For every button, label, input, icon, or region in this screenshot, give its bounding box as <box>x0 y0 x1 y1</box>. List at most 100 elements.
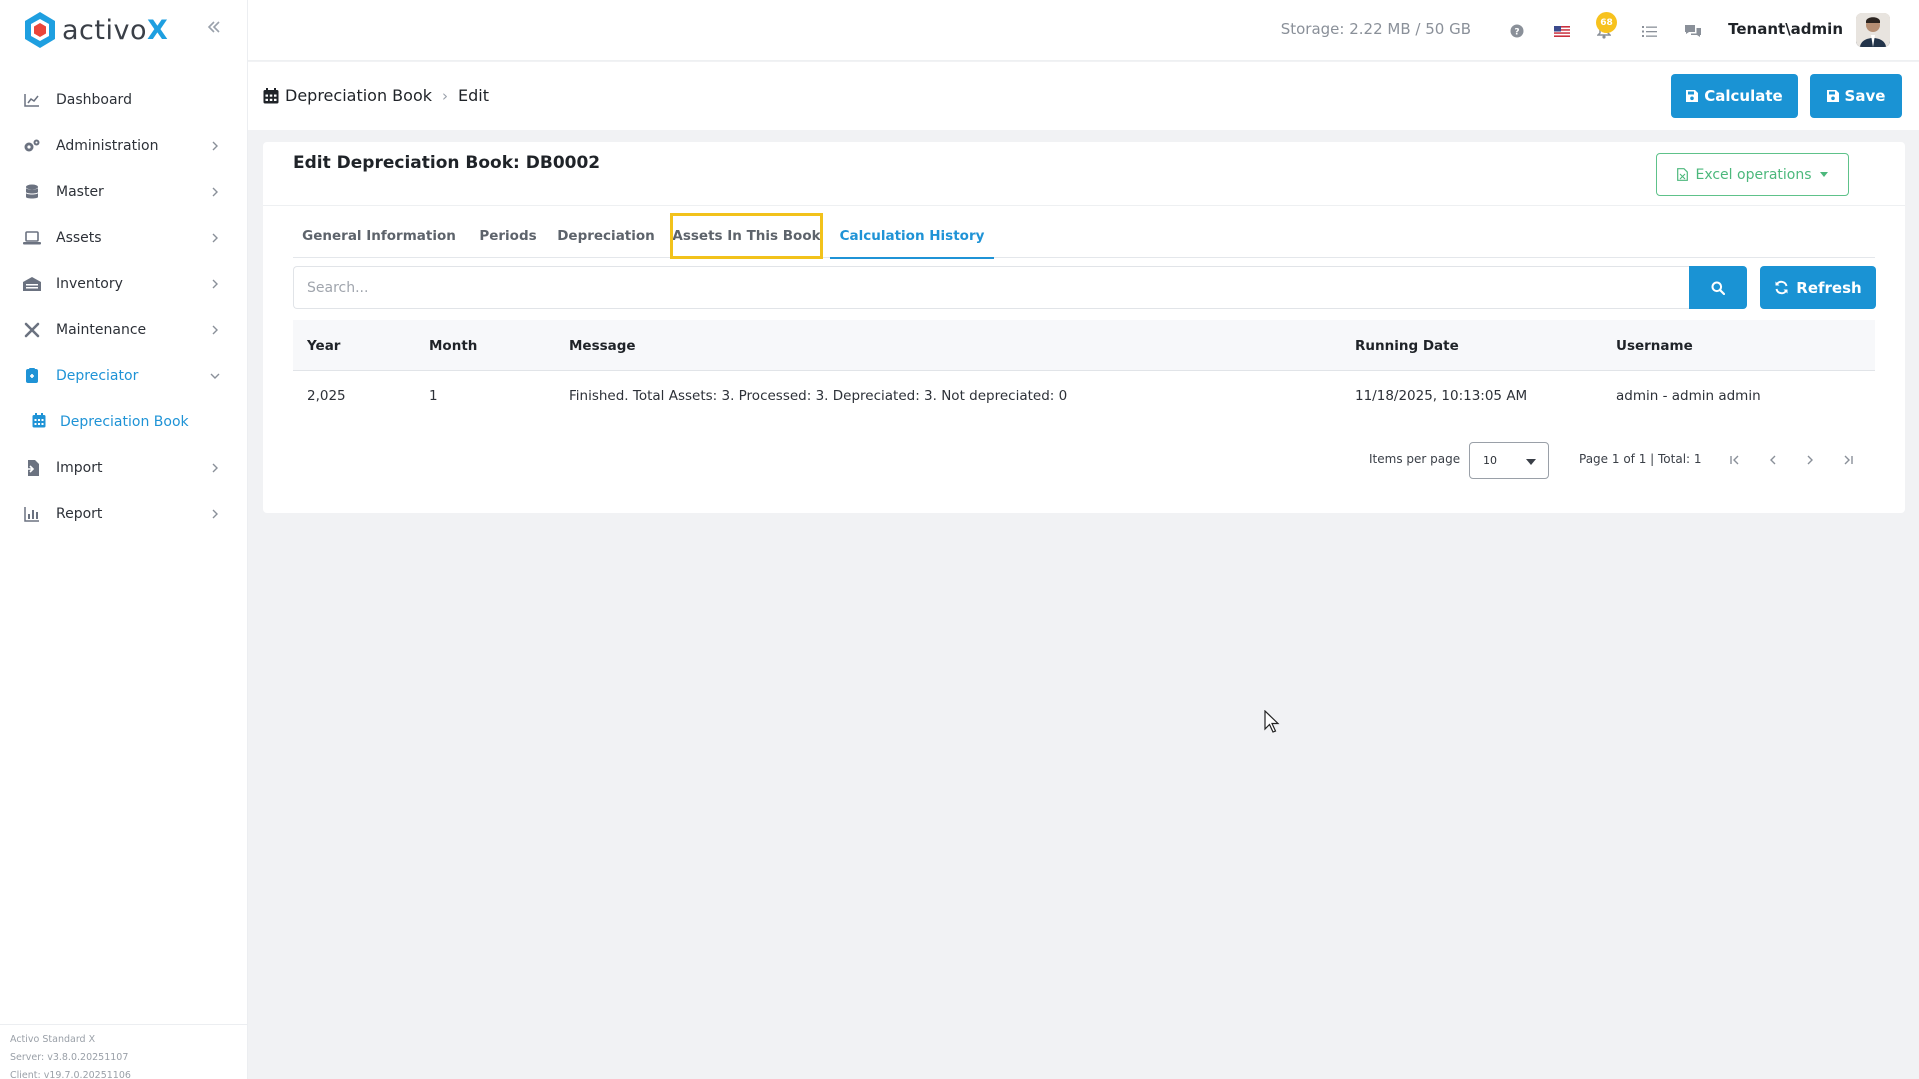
tools-icon <box>22 320 42 340</box>
sidebar-item-label: Report <box>56 506 103 522</box>
chevron-right-icon <box>212 233 218 243</box>
page-size-value: 10 <box>1483 454 1497 467</box>
chevron-right-icon <box>212 141 218 151</box>
refresh-icon <box>1775 280 1788 295</box>
sidebar-subitem-depreciation-book[interactable]: Depreciation Book <box>0 399 247 445</box>
refresh-button[interactable]: Refresh <box>1760 266 1876 309</box>
chevron-right-icon <box>212 279 218 289</box>
collapse-sidebar-icon[interactable] <box>204 17 224 37</box>
last-page-icon[interactable] <box>1836 448 1860 472</box>
cell-message: Finished. Total Assets: 3. Processed: 3.… <box>569 388 1068 404</box>
sidebar-item-master[interactable]: Master <box>0 169 247 215</box>
tab-general-information[interactable]: General Information <box>293 214 465 258</box>
calendar-icon <box>263 87 279 103</box>
sidebar-item-label: Import <box>56 460 103 476</box>
activox-logo-icon <box>25 12 55 48</box>
chevron-down-icon <box>210 373 220 379</box>
column-header-running-date[interactable]: Running Date <box>1355 320 1459 371</box>
help-icon[interactable]: ? <box>1506 20 1528 42</box>
sidebar-item-label: Depreciator <box>56 368 139 384</box>
table-row[interactable]: 2,025 1 Finished. Total Assets: 3. Proce… <box>293 371 1875 421</box>
user-name[interactable]: Tenant\admin <box>1728 20 1843 38</box>
product-edition: Activo Standard X <box>10 1034 96 1045</box>
sidebar-item-assets[interactable]: Assets <box>0 215 247 261</box>
sidebar-subitem-label: Depreciation Book <box>60 414 189 430</box>
search-input[interactable] <box>294 267 1689 308</box>
sidebar-item-depreciator[interactable]: Depreciator <box>0 353 247 399</box>
top-bar: Storage: 2.22 MB / 50 GB ? 68 Tenant\adm… <box>248 0 1919 61</box>
tab-assets-in-this-book[interactable]: Assets In This Book <box>670 213 823 259</box>
sidebar: activoX Dashboard Administration Master … <box>0 0 248 1079</box>
chevron-right-icon <box>212 325 218 335</box>
laptop-icon <box>22 228 42 248</box>
tab-calculation-history[interactable]: Calculation History <box>830 214 994 259</box>
calculate-button[interactable]: Calculate <box>1671 74 1798 118</box>
breadcrumb-root[interactable]: Depreciation Book <box>285 86 432 105</box>
us-flag-icon[interactable] <box>1551 20 1573 42</box>
next-page-icon[interactable] <box>1798 448 1822 472</box>
warehouse-icon <box>22 274 42 294</box>
chat-icon[interactable] <box>1682 20 1704 42</box>
save-icon <box>1826 90 1839 102</box>
search-button[interactable] <box>1689 266 1747 309</box>
sidebar-item-report[interactable]: Report <box>0 491 247 537</box>
column-header-month[interactable]: Month <box>429 320 477 371</box>
storage-usage: Storage: 2.22 MB / 50 GB <box>1280 20 1471 38</box>
excel-operations-dropdown[interactable]: Excel operations <box>1656 153 1849 196</box>
tab-periods[interactable]: Periods <box>465 214 551 258</box>
breadcrumb-current: Edit <box>458 86 489 105</box>
chevron-right-icon <box>212 187 218 197</box>
calculation-history-table: Year Month Message Running Date Username… <box>293 320 1875 421</box>
column-header-username[interactable]: Username <box>1616 320 1693 371</box>
sidebar-nav: Dashboard Administration Master Assets I… <box>0 77 247 537</box>
mouse-cursor-icon <box>1264 710 1280 733</box>
calculate-label: Calculate <box>1704 87 1783 105</box>
excel-operations-label: Excel operations <box>1695 166 1812 183</box>
database-icon <box>22 182 42 202</box>
caret-down-icon <box>1819 172 1828 177</box>
notification-badge: 68 <box>1596 12 1617 33</box>
breadcrumb-bar: Depreciation Book › Edit Calculate Save <box>248 62 1919 130</box>
column-header-year[interactable]: Year <box>307 320 340 371</box>
items-per-page-label: Items per page <box>1369 452 1461 466</box>
cell-username: admin - admin admin <box>1616 388 1761 404</box>
caret-down-icon <box>1526 459 1536 465</box>
page-size-select[interactable]: 10 <box>1469 442 1549 479</box>
sidebar-item-inventory[interactable]: Inventory <box>0 261 247 307</box>
save-label: Save <box>1844 87 1886 105</box>
search-box <box>293 266 1689 309</box>
breadcrumb-separator-icon: › <box>442 86 448 105</box>
tab-depreciation[interactable]: Depreciation <box>551 214 661 258</box>
chevron-right-icon <box>212 463 218 473</box>
paginator: Items per page 10 Page 1 of 1 | Total: 1 <box>263 440 1905 480</box>
save-icon <box>1686 90 1699 102</box>
cogs-icon <box>22 136 42 156</box>
table-header: Year Month Message Running Date Username <box>293 320 1875 371</box>
sidebar-item-maintenance[interactable]: Maintenance <box>0 307 247 353</box>
file-import-icon <box>22 458 42 478</box>
sidebar-item-dashboard[interactable]: Dashboard <box>0 77 247 123</box>
sidebar-item-label: Inventory <box>56 276 123 292</box>
previous-page-icon[interactable] <box>1761 448 1785 472</box>
cell-year: 2,025 <box>307 388 346 404</box>
user-avatar[interactable] <box>1856 13 1890 47</box>
client-version: Client: v19.7.0.20251106 <box>10 1070 131 1079</box>
column-header-message[interactable]: Message <box>569 320 636 371</box>
tasks-list-icon[interactable] <box>1638 20 1660 42</box>
sidebar-item-administration[interactable]: Administration <box>0 123 247 169</box>
sidebar-item-label: Dashboard <box>56 92 132 108</box>
page-info: Page 1 of 1 | Total: 1 <box>1579 452 1702 466</box>
sidebar-item-label: Maintenance <box>56 322 147 338</box>
sidebar-item-label: Master <box>56 184 104 200</box>
brand-logo[interactable]: activoX <box>22 10 168 50</box>
search-icon <box>1711 281 1725 295</box>
first-page-icon[interactable] <box>1723 448 1747 472</box>
chart-bar-icon <box>22 504 42 524</box>
cell-month: 1 <box>429 388 438 404</box>
sidebar-item-label: Administration <box>56 138 159 154</box>
server-version: Server: v3.8.0.20251107 <box>10 1052 129 1063</box>
save-button[interactable]: Save <box>1810 74 1902 118</box>
sidebar-item-import[interactable]: Import <box>0 445 247 491</box>
calculator-icon <box>22 366 42 386</box>
tab-bar: General Information Periods Depreciation… <box>293 213 1875 259</box>
